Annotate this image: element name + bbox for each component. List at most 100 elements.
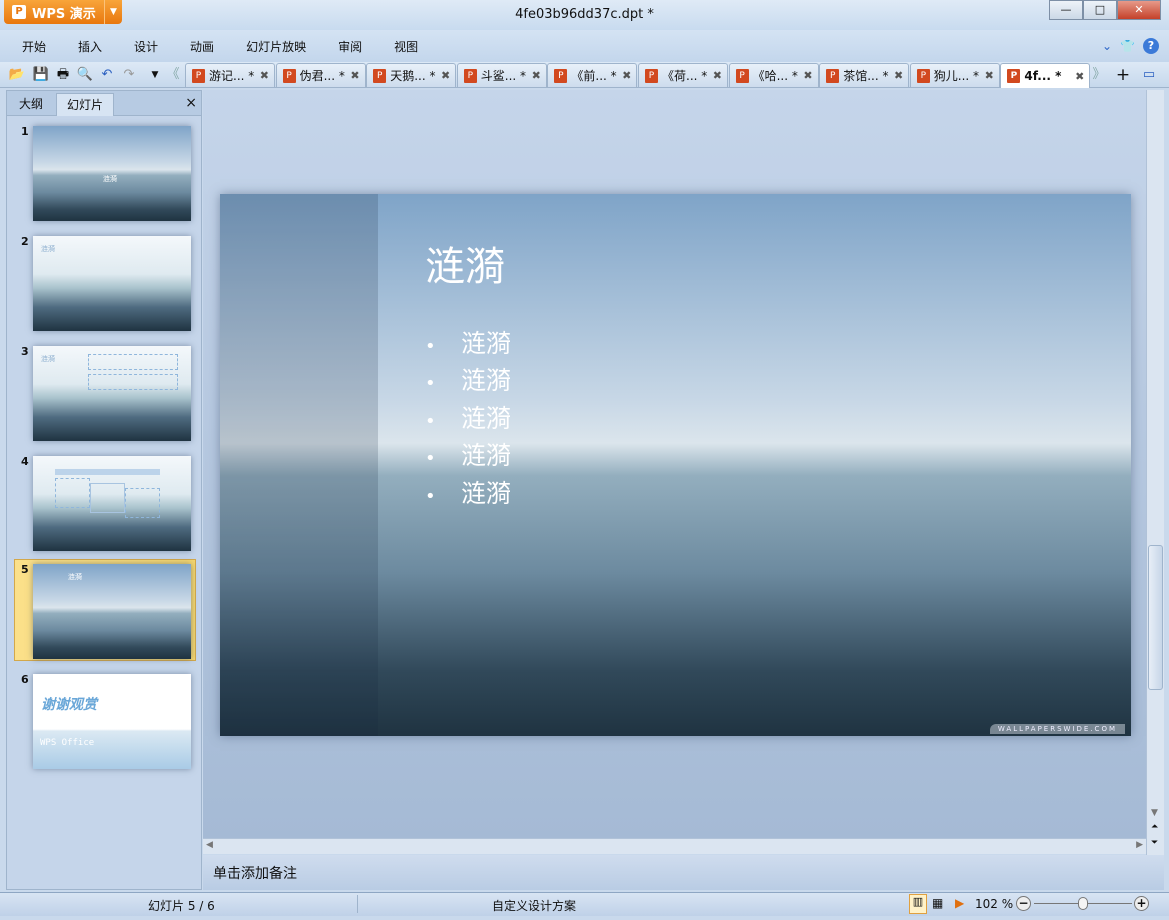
tab-label: 狗儿... *	[933, 69, 980, 83]
document-tab[interactable]: P 茶馆... * ✖	[819, 63, 910, 87]
collapse-ribbon-icon[interactable]: ⌄	[1102, 39, 1112, 53]
tab-close-icon[interactable]: ✖	[532, 69, 541, 82]
tab-label: 《荷... *	[662, 69, 708, 83]
zoom-in-icon[interactable]: +	[1134, 896, 1149, 911]
presentation-file-icon: P	[192, 68, 205, 83]
tab-scroll-left-icon[interactable]: 《	[164, 66, 182, 84]
tab-label: 《前... *	[571, 69, 617, 83]
document-tab[interactable]: P 天鹅... * ✖	[366, 63, 457, 87]
tab-slides[interactable]: 幻灯片	[56, 93, 115, 116]
document-tab[interactable]: P 《哈... * ✖	[728, 63, 819, 87]
menu-slideshow[interactable]: 幻灯片放映	[246, 38, 306, 55]
tab-list-icon[interactable]: ▭	[1140, 66, 1158, 84]
notes-pane[interactable]: 单击添加备注	[203, 855, 1164, 890]
menu-animation[interactable]: 动画	[190, 38, 214, 55]
tab-label: 游记... *	[209, 69, 255, 83]
zoom-out-icon[interactable]: −	[1016, 896, 1031, 911]
tab-close-icon[interactable]: ✖	[803, 69, 812, 82]
print-icon[interactable]: 🖶	[54, 66, 72, 84]
slide-number: 1	[21, 125, 29, 138]
presentation-file-icon: P	[373, 68, 387, 83]
close-button[interactable]: ✕	[1117, 0, 1161, 20]
previous-slide-icon[interactable]: ⏶	[1151, 822, 1158, 832]
menu-bar: 开始 插入 设计 动画 幻灯片放映 审阅 视图	[0, 30, 1169, 62]
document-tab[interactable]: P 斗鲨... * ✖	[456, 63, 547, 87]
document-tab[interactable]: P 狗儿... * ✖	[909, 63, 1000, 87]
slide-number: 4	[21, 455, 29, 468]
bullet-item[interactable]: • 涟漪	[425, 474, 511, 510]
presentation-file-icon: P	[826, 68, 840, 83]
next-slide-icon[interactable]: ⏷	[1151, 838, 1158, 848]
document-tab[interactable]: P 《前... * ✖	[547, 63, 638, 87]
slide-thumbnail[interactable]: 涟漪	[33, 236, 191, 331]
menu-start[interactable]: 开始	[22, 38, 46, 55]
document-tab[interactable]: P 《荷... * ✖	[638, 63, 728, 87]
menu-view[interactable]: 视图	[394, 38, 418, 55]
tab-label: 4f... *	[1024, 69, 1062, 83]
presentation-file-icon: P	[645, 68, 658, 83]
tab-close-icon[interactable]: ✖	[1075, 70, 1084, 83]
current-slide[interactable]: 涟漪 • 涟漪 • 涟漪 • 涟漪 • 涟漪 • 涟漪 WALLPAPERSWIDE.CO…	[220, 194, 1131, 736]
slide-thumbnail[interactable]	[33, 456, 191, 551]
tab-scroll-right-icon[interactable]: 》	[1090, 66, 1108, 84]
thumb-title: 谢谢观赏	[41, 697, 97, 713]
presentation-file-icon: P	[554, 68, 568, 83]
vertical-scrollbar[interactable]: ▼ ⏶ ⏷	[1146, 90, 1164, 855]
presentation-file-icon: P	[282, 68, 296, 83]
skin-shirt-icon[interactable]: 👕	[1120, 39, 1135, 53]
slide-sorter-icon[interactable]: ▦	[932, 896, 943, 910]
open-folder-icon[interactable]: 📂	[8, 66, 26, 84]
tab-close-icon[interactable]: ✖	[713, 69, 722, 82]
slide-thumbnail[interactable]: 涟漪	[33, 346, 191, 441]
zoom-slider[interactable]	[1034, 897, 1132, 910]
tab-close-icon[interactable]: ✖	[985, 69, 994, 82]
document-tab[interactable]: P 4f... * ✖	[1000, 63, 1091, 88]
scroll-down-icon[interactable]: ▼	[1151, 808, 1158, 818]
slide-panel: 大纲 幻灯片 × 1 涟漪 2 涟漪 3 涟漪 4 5 涟漪 6 谢谢观赏 WPS Office	[6, 90, 202, 890]
tab-close-icon[interactable]: ✖	[622, 69, 631, 82]
title-bar: P WPS 演示 ▼ 4fe03b96dd37c.dpt * — □ ✕	[0, 0, 1169, 30]
tab-outline[interactable]: 大纲	[9, 93, 53, 116]
bullet-item[interactable]: • 涟漪	[425, 361, 511, 397]
menu-design[interactable]: 设计	[134, 38, 158, 55]
slide-thumbnail[interactable]: 谢谢观赏 WPS Office	[33, 674, 191, 769]
document-tab[interactable]: P 伪君... * ✖	[275, 63, 366, 87]
thumb-subtitle: WPS Office	[40, 738, 95, 748]
slide-title[interactable]: 涟漪	[425, 234, 505, 292]
help-icon[interactable]: ?	[1143, 38, 1159, 54]
tab-close-icon[interactable]: ✖	[441, 69, 450, 82]
tab-close-icon[interactable]: ✖	[894, 69, 903, 82]
print-preview-icon[interactable]: 🔍	[76, 66, 94, 84]
minimize-button[interactable]: —	[1049, 0, 1083, 20]
divider	[357, 895, 358, 913]
scrollbar-thumb[interactable]	[1148, 545, 1163, 690]
slide-number: 3	[21, 345, 29, 358]
quick-access-toolbar: 📂 💾 🖶 🔍 ↶ ↷ ▼ 《 P 游记... * ✖ P 伪君... * ✖ P 天鹅...…	[0, 62, 1169, 88]
normal-view-icon[interactable]: ▥	[909, 894, 927, 914]
redo-icon[interactable]: ↷	[120, 66, 138, 84]
zoom-slider-thumb[interactable]	[1078, 897, 1088, 910]
save-icon[interactable]: 💾	[32, 66, 50, 84]
panel-close-icon[interactable]: ×	[185, 95, 197, 111]
horizontal-scrollbar[interactable]: ◀ ▶	[203, 838, 1146, 854]
tab-close-icon[interactable]: ✖	[350, 69, 359, 82]
slide-thumbnail[interactable]: 涟漪	[33, 564, 191, 659]
scroll-right-icon[interactable]: ▶	[1136, 840, 1143, 850]
bullet-item[interactable]: • 涟漪	[425, 399, 511, 435]
slideshow-play-icon[interactable]: ▶	[955, 896, 964, 910]
scroll-left-icon[interactable]: ◀	[206, 840, 213, 850]
bullet-item[interactable]: • 涟漪	[425, 436, 511, 472]
maximize-button[interactable]: □	[1083, 0, 1117, 20]
slide-thumbnail[interactable]: 涟漪	[33, 126, 191, 221]
undo-icon[interactable]: ↶	[98, 66, 116, 84]
menu-review[interactable]: 审阅	[338, 38, 362, 55]
menu-insert[interactable]: 插入	[78, 38, 102, 55]
customize-dropdown-icon[interactable]: ▼	[146, 66, 164, 84]
slide-number: 2	[21, 235, 29, 248]
document-tab[interactable]: P 游记... * ✖	[185, 63, 275, 87]
tab-close-icon[interactable]: ✖	[260, 69, 269, 82]
tab-label: 伪君... *	[299, 69, 345, 83]
bullet-item[interactable]: • 涟漪	[425, 324, 511, 360]
new-tab-plus-icon[interactable]: +	[1114, 66, 1132, 84]
thumb-title: 涟漪	[41, 245, 55, 253]
